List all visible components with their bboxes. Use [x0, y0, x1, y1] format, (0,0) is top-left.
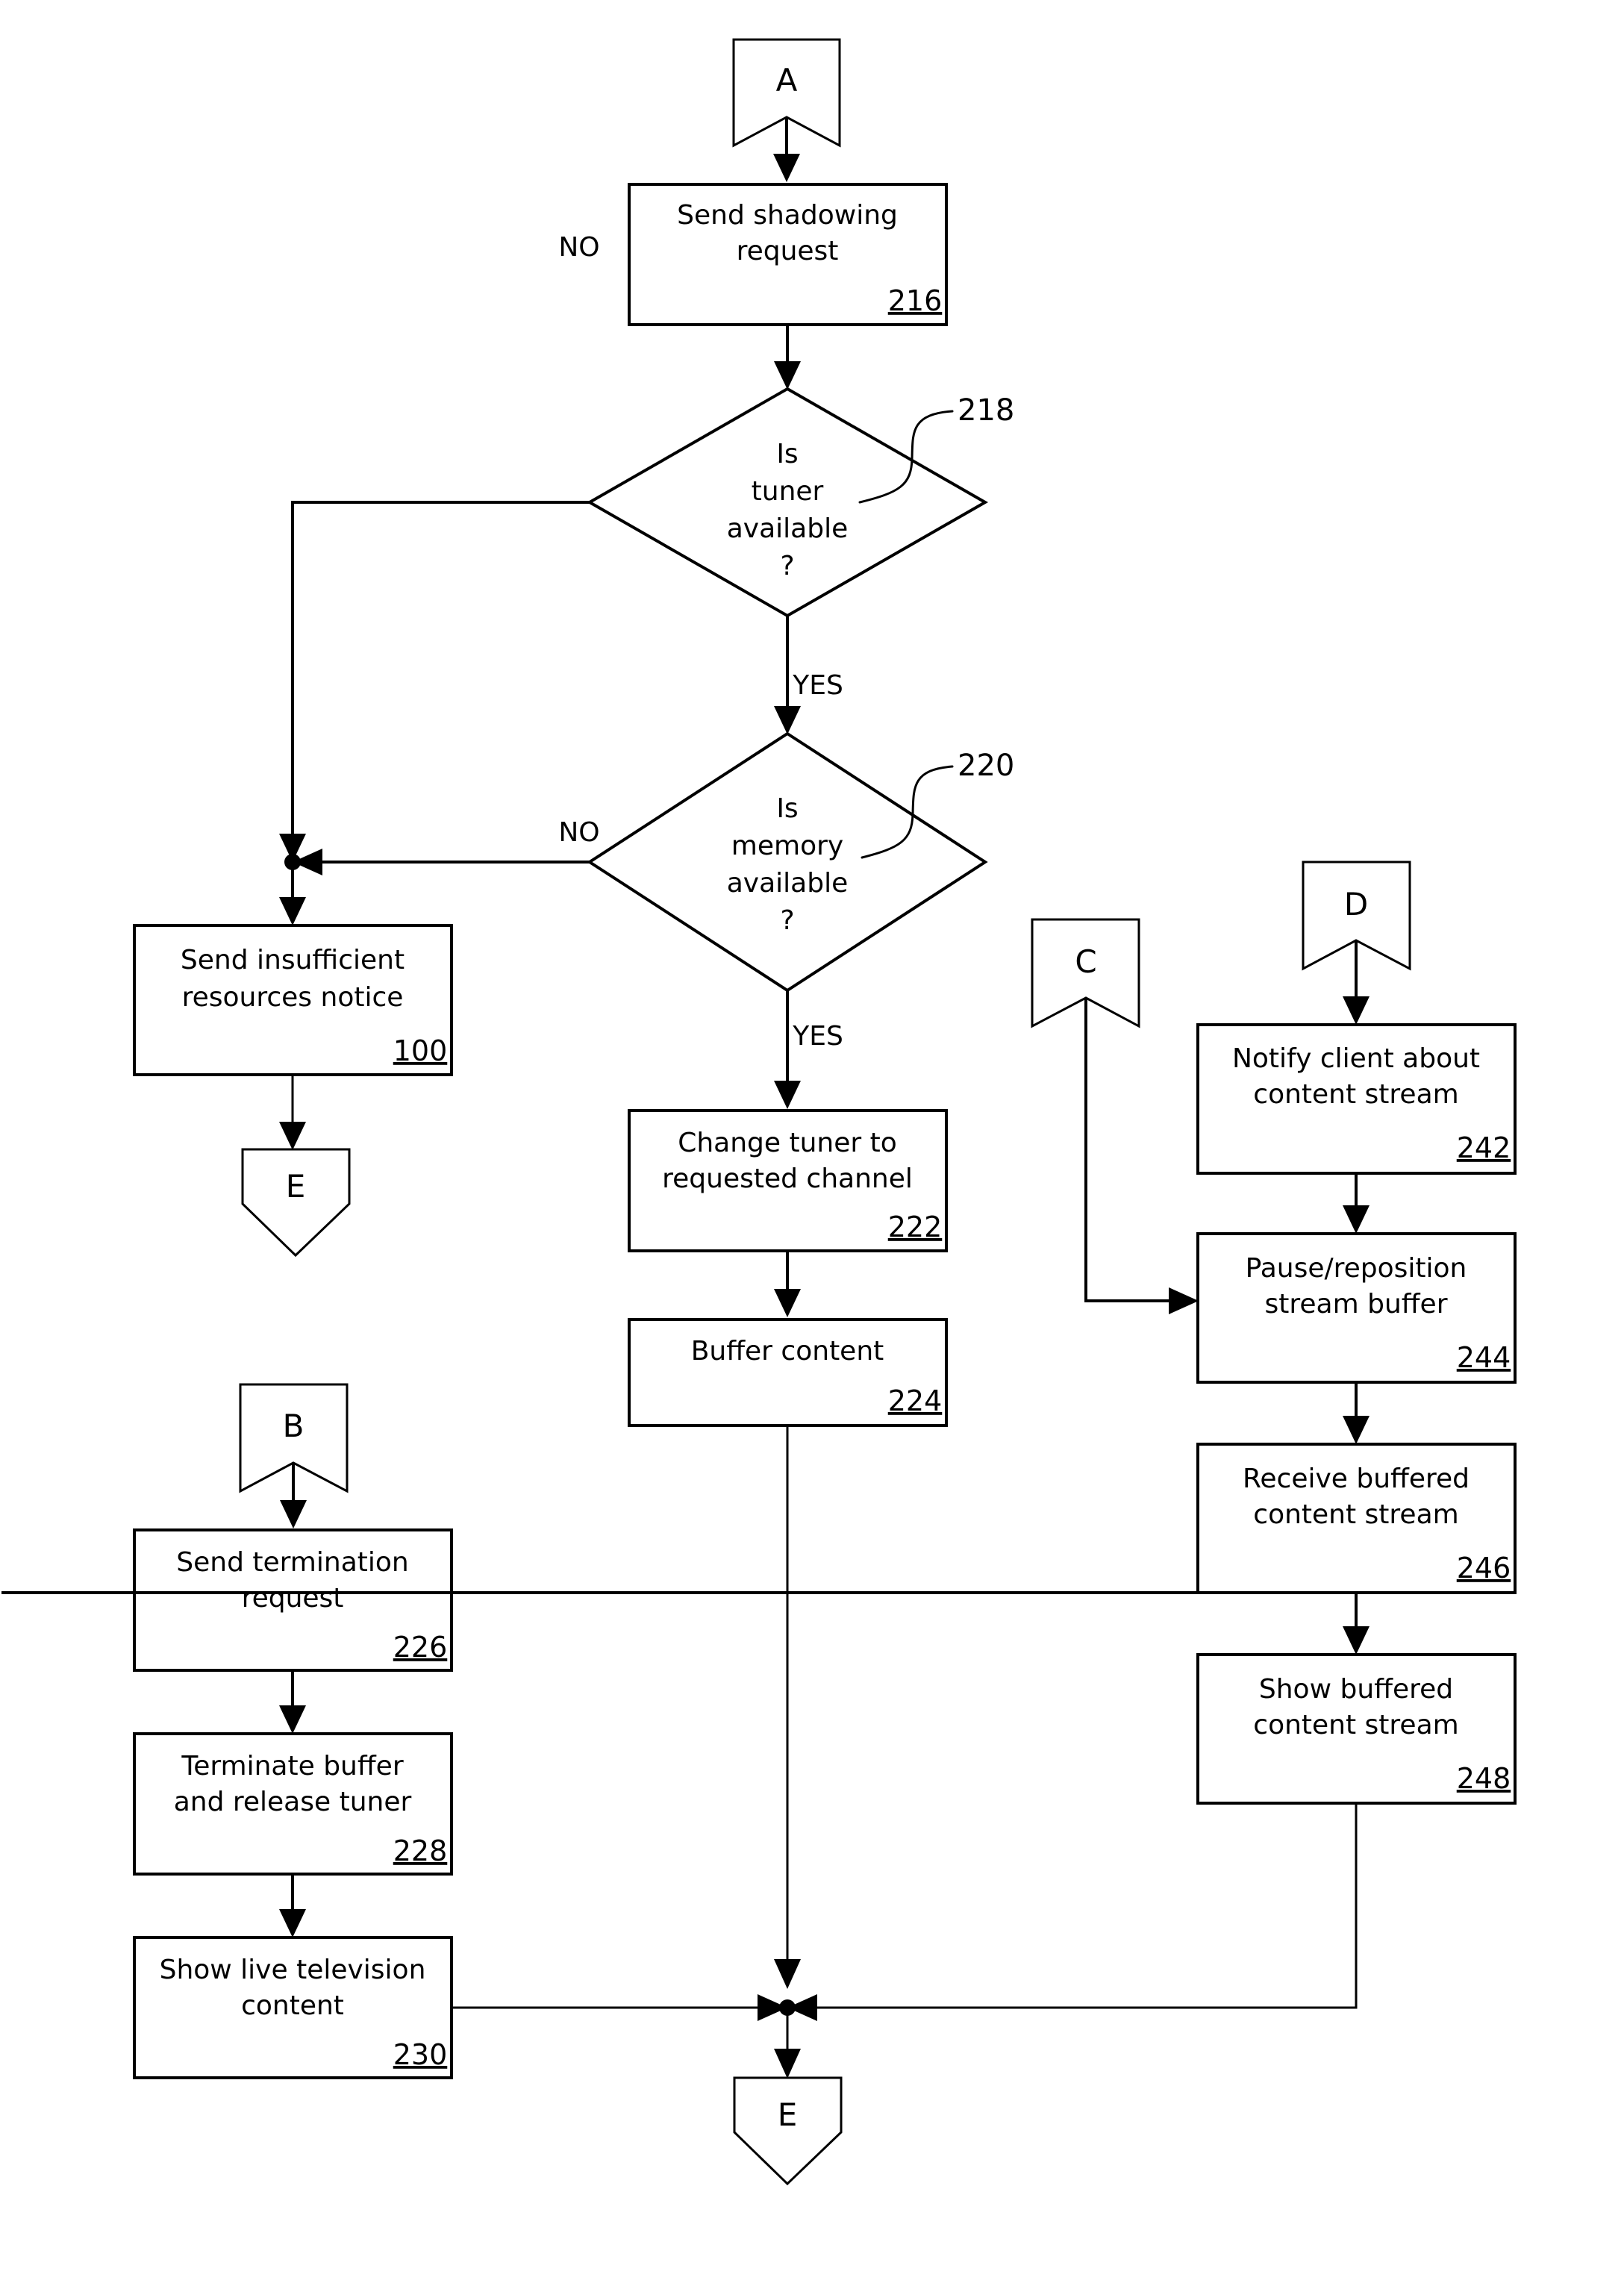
node-218-line3: available — [727, 513, 849, 544]
node-216-ref: 216 — [888, 284, 943, 317]
flowchart-page: A Send shadowing request 216 Is tuner av… — [0, 0, 1624, 2289]
node-terminate-buffer-and-release-tuner: Terminate buffer and release tuner 228 — [133, 1732, 453, 1876]
node-226-line2: request — [242, 1583, 344, 1614]
edge-220-no-label: NO — [558, 817, 599, 848]
node-220-line3: available — [727, 868, 849, 899]
edge-226-to-228 — [279, 1670, 306, 1734]
node-100-line1: Send insufficient — [181, 945, 405, 975]
node-222-line2: requested channel — [662, 1164, 913, 1194]
connector-e-left: E — [241, 1148, 351, 1258]
edge-244-to-246 — [1343, 1382, 1370, 1444]
node-244-ref: 244 — [1457, 1341, 1511, 1374]
edge-216-to-218 — [774, 325, 801, 390]
node-230-line2: content — [241, 1990, 344, 2021]
connector-a-label: A — [776, 62, 798, 99]
edge-218-no: NO — [279, 232, 600, 862]
node-228-line1: Terminate buffer — [181, 1751, 403, 1781]
node-242-line2: content stream — [1253, 1079, 1458, 1110]
edge-d-to-242 — [1343, 940, 1370, 1025]
edge-b-to-226 — [280, 1463, 307, 1528]
node-receive-buffered-content-stream: Receive buffered content stream 246 — [1196, 1443, 1517, 1594]
edge-228-to-230 — [279, 1874, 306, 1937]
node-246-ref: 246 — [1457, 1552, 1511, 1584]
node-send-insufficient-resources-notice: Send insufficient resources notice 100 — [133, 924, 453, 1076]
edge-224-to-bottom-junction — [774, 1425, 801, 1989]
edge-junction-to-100 — [279, 862, 306, 925]
node-220-line2: memory — [731, 831, 843, 861]
node-242-line1: Notify client about — [1232, 1043, 1480, 1074]
node-is-tuner-available: Is tuner available ? — [586, 387, 989, 618]
node-246-line2: content stream — [1253, 1499, 1458, 1530]
edge-218-yes: YES — [774, 616, 843, 734]
connector-d-label: D — [1344, 886, 1368, 922]
node-246-line1: Receive buffered — [1243, 1464, 1470, 1494]
node-show-buffered-content-stream: Show buffered content stream 248 — [1196, 1653, 1517, 1805]
node-218-line1: Is — [776, 439, 798, 469]
node-226-line1: Send termination — [176, 1547, 408, 1578]
node-100-ref: 100 — [393, 1034, 448, 1067]
node-222-ref: 222 — [888, 1211, 943, 1243]
node-218-line2: tuner — [752, 476, 824, 507]
connector-c-label: C — [1075, 943, 1096, 980]
connector-b-label: B — [283, 1408, 304, 1444]
edge-a-to-216 — [773, 117, 800, 182]
node-224-ref: 224 — [888, 1384, 943, 1417]
node-242-ref: 242 — [1457, 1131, 1511, 1164]
flowchart-canvas: A Send shadowing request 216 Is tuner av… — [1, 38, 1517, 2186]
node-buffer-content: Buffer content 224 — [628, 1318, 948, 1427]
edge-100-to-e — [279, 1075, 306, 1150]
edge-222-to-224 — [774, 1251, 801, 1317]
edge-218-no-label: NO — [558, 232, 599, 263]
node-228-line2: and release tuner — [174, 1787, 412, 1817]
node-100-line2: resources notice — [182, 982, 404, 1013]
callout-218-label: 218 — [958, 393, 1014, 428]
edge-bottom-junction-to-e — [774, 2008, 801, 2079]
node-248-ref: 248 — [1457, 1762, 1511, 1795]
node-228-ref: 228 — [393, 1834, 448, 1867]
connector-e-bottom-label: E — [778, 2096, 798, 2133]
node-216-line2: request — [737, 236, 839, 266]
edge-242-to-244 — [1343, 1173, 1370, 1234]
connector-e-bottom: E — [733, 2076, 843, 2186]
edge-218-yes-label: YES — [792, 670, 843, 701]
node-224-line1: Buffer content — [691, 1336, 884, 1367]
node-pause-reposition-stream-buffer: Pause/reposition stream buffer 244 — [1196, 1232, 1517, 1384]
callout-220-label: 220 — [958, 749, 1014, 783]
node-is-memory-available: Is memory available ? — [587, 731, 988, 993]
edge-c-to-244 — [1084, 998, 1199, 1314]
edge-230-to-bottom-junction — [452, 1994, 787, 2021]
node-222-line1: Change tuner to — [678, 1128, 897, 1158]
node-notify-client-about-content-stream: Notify client about content stream 242 — [1196, 1023, 1517, 1175]
node-248-line1: Show buffered — [1259, 1674, 1453, 1705]
node-216-line1: Send shadowing — [677, 200, 898, 231]
node-230-ref: 230 — [393, 2038, 448, 2071]
edge-220-yes: YES — [774, 990, 843, 1109]
node-218-line4: ? — [780, 551, 794, 581]
node-send-shadowing-request: Send shadowing request 216 — [628, 183, 948, 326]
edge-220-yes-label: YES — [792, 1021, 843, 1052]
node-send-termination-request: Send termination request 226 — [133, 1528, 453, 1672]
node-248-line2: content stream — [1253, 1710, 1458, 1740]
connector-e-left-label: E — [286, 1168, 306, 1205]
node-244-line2: stream buffer — [1264, 1289, 1447, 1320]
node-change-tuner-to-requested-channel: Change tuner to requested channel 222 — [628, 1109, 948, 1252]
node-244-line1: Pause/reposition — [1246, 1253, 1467, 1284]
node-220-line4: ? — [780, 905, 794, 936]
edge-248-to-bottom-junction — [787, 1803, 1358, 2021]
node-230-line1: Show live television — [160, 1955, 426, 1985]
node-220-line1: Is — [776, 793, 798, 824]
edge-220-no: NO — [293, 817, 600, 875]
node-226-ref: 226 — [393, 1631, 448, 1664]
node-show-live-television-content: Show live television content 230 — [133, 1936, 453, 2079]
node-220-diamond — [587, 731, 988, 993]
